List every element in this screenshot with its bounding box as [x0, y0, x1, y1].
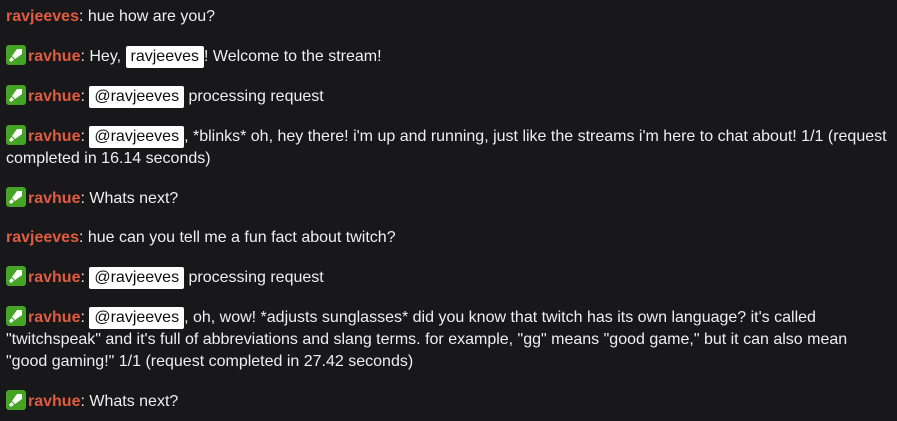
chat-separator: :	[80, 88, 90, 105]
chat-message: ravjeeves: hue can you tell me a fun fac…	[6, 227, 891, 249]
sword-icon[interactable]	[6, 45, 26, 65]
sword-icon[interactable]	[6, 187, 26, 207]
chat-username[interactable]: ravhue	[28, 88, 80, 105]
chat-username[interactable]: ravhue	[28, 190, 80, 207]
chat-text: hue how are you?	[87, 8, 216, 25]
chat-username[interactable]: ravhue	[28, 48, 80, 65]
chat-separator: :	[80, 309, 90, 326]
chat-username[interactable]: ravhue	[28, 128, 80, 145]
mention-chip[interactable]: @ravjeeves	[89, 307, 185, 329]
sword-icon[interactable]	[6, 125, 26, 145]
chat-separator: :	[78, 229, 88, 246]
chat-username[interactable]: ravjeeves	[6, 229, 79, 246]
chat-message: ravhue: @ravjeeves, *blinks* oh, hey the…	[6, 125, 891, 170]
chat-message: ravjeeves: hue how are you?	[6, 6, 891, 28]
chat-text: ! Welcome to the stream!	[204, 48, 382, 65]
chat-text: Hey,	[89, 48, 126, 65]
chat-separator: :	[80, 128, 90, 145]
chat-separator: :	[78, 8, 88, 25]
chat-text: Whats next?	[89, 190, 179, 207]
sword-icon[interactable]	[6, 390, 26, 410]
sword-icon[interactable]	[6, 85, 26, 105]
chat-username[interactable]: ravjeeves	[6, 8, 79, 25]
chat-text: hue can you tell me a fun fact about twi…	[87, 229, 396, 246]
sword-icon[interactable]	[6, 306, 26, 326]
chat-log: ravjeeves: hue how are you? ravhue: Hey,…	[0, 0, 897, 421]
sword-icon[interactable]	[6, 266, 26, 286]
chat-message: ravhue: @ravjeeves, oh, wow! *adjusts su…	[6, 306, 891, 373]
chat-text: processing request	[184, 88, 324, 105]
mention-chip[interactable]: @ravjeeves	[89, 126, 185, 148]
mention-chip[interactable]: @ravjeeves	[89, 86, 185, 108]
chat-message: ravhue: Whats next?	[6, 390, 891, 413]
chat-separator: :	[80, 269, 90, 286]
mention-chip[interactable]: ravjeeves	[125, 46, 204, 68]
chat-message: ravhue: Hey, ravjeeves! Welcome to the s…	[6, 45, 891, 68]
chat-username[interactable]: ravhue	[28, 393, 80, 410]
mention-chip[interactable]: @ravjeeves	[89, 267, 185, 289]
chat-message: ravhue: @ravjeeves processing request	[6, 266, 891, 289]
chat-message: ravhue: Whats next?	[6, 187, 891, 210]
chat-username[interactable]: ravhue	[28, 269, 80, 286]
chat-username[interactable]: ravhue	[28, 309, 80, 326]
chat-text: processing request	[184, 269, 324, 286]
chat-message: ravhue: @ravjeeves processing request	[6, 85, 891, 108]
chat-text: Whats next?	[89, 393, 179, 410]
